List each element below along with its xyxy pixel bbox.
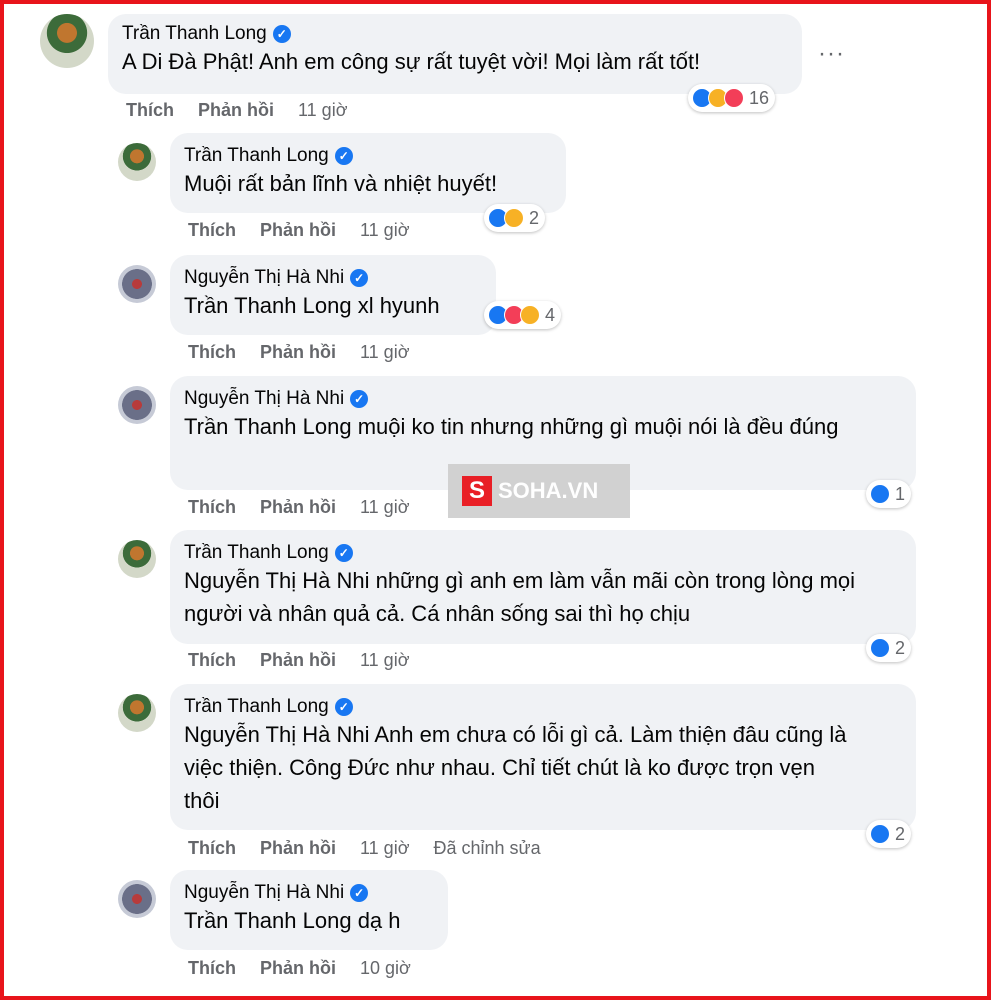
avatar[interactable] bbox=[118, 880, 156, 918]
reaction-count: 16 bbox=[749, 87, 770, 108]
like-link[interactable]: Thích bbox=[188, 497, 236, 518]
avatar[interactable] bbox=[118, 540, 156, 578]
comment-bubble: Trần Thanh Long ✓ Nguyễn Thị Hà Nhi Anh e… bbox=[170, 684, 916, 830]
comment-actions: Thích Phản hồi 11 giờ bbox=[188, 650, 410, 671]
comment-actions: Thích Phản hồi 11 giờ bbox=[188, 220, 410, 241]
reaction-count: 2 bbox=[529, 207, 540, 228]
reply-link[interactable]: Phản hồi bbox=[260, 220, 336, 241]
reactions-summary[interactable]: 16 bbox=[688, 84, 776, 112]
comment-text: muội ko tin nhưng những gì muội nói là đ… bbox=[351, 414, 839, 439]
comment-text: Muội rất bản lĩnh và nhiệt huyết! bbox=[184, 171, 498, 196]
like-reaction-icon bbox=[870, 824, 890, 844]
author-name[interactable]: Nguyễn Thị Hà Nhi bbox=[184, 388, 344, 410]
comment-bubble: Nguyễn Thị Hà Nhi ✓ Trần Thanh Long dạ h bbox=[170, 870, 448, 950]
verified-badge-icon: ✓ bbox=[350, 390, 369, 408]
author-name[interactable]: Trần Thanh Long bbox=[184, 145, 329, 167]
edited-label[interactable]: Đã chỉnh sửa bbox=[434, 838, 541, 859]
mention-tag[interactable]: Trần Thanh Long bbox=[184, 293, 352, 318]
comment-bubble: Trần Thanh Long ✓ Nguyễn Thị Hà Nhi những… bbox=[170, 530, 916, 644]
reactions-summary[interactable]: 2 bbox=[866, 820, 912, 848]
timestamp[interactable]: 11 giờ bbox=[360, 342, 410, 363]
like-reaction-icon bbox=[870, 484, 890, 504]
reaction-count: 2 bbox=[895, 637, 906, 658]
avatar[interactable] bbox=[118, 694, 156, 732]
comment-text: xl hyunh bbox=[351, 293, 440, 318]
verified-badge-icon: ✓ bbox=[272, 25, 291, 43]
verified-badge-icon: ✓ bbox=[350, 269, 369, 287]
comment-bubble: Trần Thanh Long ✓ Muội rất bản lĩnh và nh… bbox=[170, 133, 566, 213]
reaction-count: 4 bbox=[545, 304, 556, 325]
mention-tag[interactable]: Nguyễn Thị Hà Nhi bbox=[184, 722, 369, 747]
comment-actions: Thích Phản hồi 11 giờ bbox=[126, 100, 348, 121]
mention-tag[interactable]: Trần Thanh Long bbox=[184, 908, 352, 933]
sad-reaction-icon bbox=[520, 305, 540, 325]
comment-text: dạ h bbox=[351, 908, 401, 933]
like-link[interactable]: Thích bbox=[188, 220, 236, 241]
author-name[interactable]: Trần Thanh Long bbox=[184, 542, 329, 564]
soha-logo-icon: S bbox=[462, 476, 492, 506]
avatar[interactable] bbox=[40, 14, 94, 68]
verified-badge-icon: ✓ bbox=[334, 147, 353, 165]
verified-badge-icon: ✓ bbox=[350, 884, 369, 902]
reply-link[interactable]: Phản hồi bbox=[260, 497, 336, 518]
reactions-summary[interactable]: 2 bbox=[484, 204, 546, 232]
timestamp[interactable]: 11 giờ bbox=[360, 220, 410, 241]
reply-link[interactable]: Phản hồi bbox=[260, 838, 336, 859]
reactions-summary[interactable]: 1 bbox=[866, 480, 912, 508]
author-name[interactable]: Trần Thanh Long bbox=[122, 23, 267, 45]
avatar[interactable] bbox=[118, 265, 156, 303]
watermark-text: SOHA.VN bbox=[498, 478, 599, 503]
comment-text: A Di Đà Phật! Anh em công sự rất tuyệt v… bbox=[122, 49, 701, 74]
like-link[interactable]: Thích bbox=[188, 838, 236, 859]
soha-watermark: S SOHA.VN bbox=[448, 464, 630, 518]
timestamp[interactable]: 11 giờ bbox=[360, 497, 410, 518]
timestamp[interactable]: 11 giờ bbox=[298, 100, 348, 121]
comment-actions: Thích Phản hồi 10 giờ bbox=[188, 958, 411, 979]
comment-bubble: Trần Thanh Long ✓ A Di Đà Phật! Anh em cô… bbox=[108, 14, 802, 94]
verified-badge-icon: ✓ bbox=[334, 698, 353, 716]
like-link[interactable]: Thích bbox=[188, 342, 236, 363]
reaction-count: 2 bbox=[895, 823, 906, 844]
comment-bubble: Nguyễn Thị Hà Nhi ✓ Trần Thanh Long xl hy… bbox=[170, 255, 496, 335]
reactions-summary[interactable]: 4 bbox=[484, 301, 562, 329]
author-name[interactable]: Nguyễn Thị Hà Nhi bbox=[184, 267, 344, 289]
reply-link[interactable]: Phản hồi bbox=[260, 342, 336, 363]
love-reaction-icon bbox=[724, 88, 744, 108]
timestamp[interactable]: 11 giờ bbox=[360, 838, 410, 859]
reaction-count: 1 bbox=[895, 483, 906, 504]
mention-tag[interactable]: Nguyễn Thị Hà Nhi bbox=[184, 568, 369, 593]
comment-actions: Thích Phản hồi 11 giờ Đã chỉnh sửa bbox=[188, 838, 541, 859]
like-reaction-icon bbox=[870, 638, 890, 658]
verified-badge-icon: ✓ bbox=[334, 544, 353, 562]
reply-link[interactable]: Phản hồi bbox=[260, 650, 336, 671]
avatar[interactable] bbox=[118, 143, 156, 181]
mention-tag[interactable]: Trần Thanh Long bbox=[184, 414, 352, 439]
avatar[interactable] bbox=[118, 386, 156, 424]
care-reaction-icon bbox=[504, 208, 524, 228]
more-options-icon[interactable]: ··· bbox=[818, 40, 845, 68]
like-link[interactable]: Thích bbox=[188, 958, 236, 979]
comment-actions: Thích Phản hồi 11 giờ bbox=[188, 497, 410, 518]
like-link[interactable]: Thích bbox=[126, 100, 174, 121]
author-name[interactable]: Trần Thanh Long bbox=[184, 696, 329, 718]
like-link[interactable]: Thích bbox=[188, 650, 236, 671]
timestamp[interactable]: 11 giờ bbox=[360, 650, 410, 671]
reply-link[interactable]: Phản hồi bbox=[260, 958, 336, 979]
comment-actions: Thích Phản hồi 11 giờ bbox=[188, 342, 410, 363]
reply-link[interactable]: Phản hồi bbox=[198, 100, 274, 121]
timestamp[interactable]: 10 giờ bbox=[360, 958, 411, 979]
reactions-summary[interactable]: 2 bbox=[866, 634, 912, 662]
author-name[interactable]: Nguyễn Thị Hà Nhi bbox=[184, 882, 344, 904]
